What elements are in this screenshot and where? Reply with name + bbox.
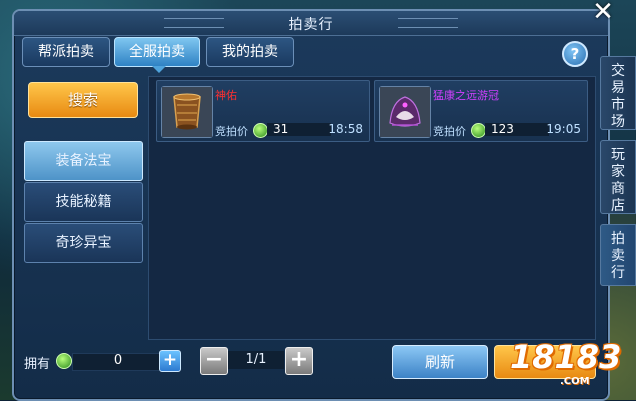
item-card[interactable]: 神佑 竞拍价 31 18:58 xyxy=(156,80,370,142)
bid-time: 18:58 xyxy=(328,122,363,136)
refresh-button[interactable]: 刷新 xyxy=(392,345,488,379)
watermark-logo: 18183 xyxy=(510,338,622,376)
side-tab-label: 拍卖行 xyxy=(611,231,625,281)
bid-price: 31 xyxy=(273,122,289,136)
tab-guild-auction[interactable]: 帮派拍卖 xyxy=(22,37,110,67)
window-title: 拍卖行 xyxy=(288,17,334,33)
side-tab-label: 玩家商店 xyxy=(611,147,625,214)
bid-label: 竞拍价 xyxy=(433,125,466,138)
owned-value: 0 xyxy=(113,353,123,368)
side-tab-auction[interactable]: 拍卖行 xyxy=(600,224,636,286)
help-icon[interactable]: ? xyxy=(562,41,588,67)
search-button[interactable]: 搜索 xyxy=(28,82,138,118)
owned-label: 拥有 xyxy=(24,357,51,372)
item-name: 神佑 xyxy=(215,89,237,102)
category-skill-books[interactable]: 技能秘籍 xyxy=(24,182,143,222)
coin-icon xyxy=(471,123,486,138)
next-page-button[interactable]: + xyxy=(285,347,313,375)
item-card[interactable]: 猛康之远游冠 竞拍价 123 19:05 xyxy=(374,80,588,142)
add-currency-button[interactable]: + xyxy=(159,350,181,372)
side-tab-market[interactable]: 交易市场 xyxy=(600,56,636,130)
page-indicator: 1/1 xyxy=(245,352,267,367)
item-name: 猛康之远游冠 xyxy=(433,89,499,102)
watermark-sub: .COM xyxy=(560,376,590,387)
active-tab-pointer xyxy=(152,66,166,73)
bronze-cup-icon xyxy=(161,86,213,138)
bid-label: 竞拍价 xyxy=(215,125,248,138)
bid-time: 19:05 xyxy=(546,122,581,136)
side-tab-label: 交易市场 xyxy=(611,63,625,130)
prev-page-button[interactable]: − xyxy=(200,347,228,375)
tab-my-auction[interactable]: 我的拍卖 xyxy=(206,37,294,67)
category-equipment[interactable]: 装备法宝 xyxy=(24,141,143,181)
close-button[interactable]: ✕ xyxy=(588,0,618,26)
tab-server-auction[interactable]: 全服拍卖 xyxy=(114,37,200,67)
bid-price: 123 xyxy=(491,122,514,136)
side-tab-player-shop[interactable]: 玩家商店 xyxy=(600,140,636,214)
title-ornament-right xyxy=(398,18,458,28)
category-rare-treasures[interactable]: 奇珍异宝 xyxy=(24,223,143,263)
title-bar: 拍卖行 xyxy=(14,11,608,36)
coin-icon xyxy=(253,123,268,138)
coin-icon xyxy=(56,353,72,369)
hood-crown-icon xyxy=(379,86,431,138)
